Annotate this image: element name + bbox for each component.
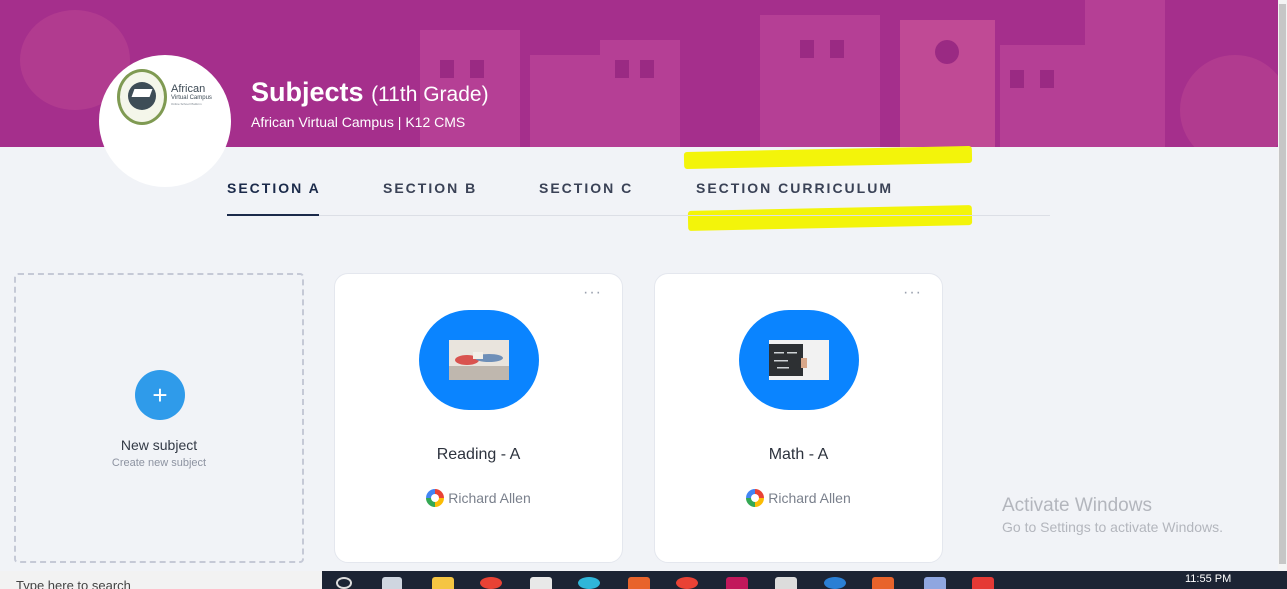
logo-seal-icon — [117, 69, 167, 125]
app-icon[interactable] — [872, 577, 894, 589]
scrollbar-thumb[interactable] — [1279, 4, 1286, 564]
tab-section-b[interactable]: SECTION B — [383, 180, 477, 196]
taskbar-search-box[interactable]: Type here to search — [0, 571, 322, 589]
subject-teacher: Richard Allen — [655, 489, 942, 507]
app-icon[interactable] — [924, 577, 946, 589]
taskbar-clock[interactable]: 11:55 PM — [1185, 573, 1231, 585]
decor-window — [440, 60, 454, 78]
search-icon[interactable] — [336, 577, 352, 589]
page-title: Subjects (11th Grade) — [251, 77, 489, 108]
chrome-icon[interactable] — [480, 577, 502, 589]
new-subject-label: New subject — [120, 437, 198, 453]
app-icon[interactable] — [824, 577, 846, 589]
logo-subword: Virtual Campus — [171, 95, 212, 101]
subject-title: Math - A — [768, 446, 829, 463]
decor-building — [1000, 45, 1090, 147]
more-options-icon[interactable]: ··· — [583, 284, 602, 302]
edge-icon[interactable] — [578, 577, 600, 589]
chrome-profile-icon[interactable] — [676, 577, 698, 589]
math-image — [769, 340, 829, 380]
clock-decor-icon — [935, 40, 959, 64]
decor-window — [470, 60, 484, 78]
app-icon[interactable] — [972, 577, 994, 589]
decor-window — [1010, 70, 1024, 88]
new-subject-sublabel: Create new subject — [111, 457, 207, 469]
store-icon[interactable] — [530, 577, 552, 589]
decor-window — [615, 60, 629, 78]
file-explorer-icon[interactable] — [432, 577, 454, 589]
windows-taskbar: Type here to search 11:55 PM — [0, 571, 1287, 589]
graduation-cap-icon — [131, 89, 153, 97]
subject-thumbnail — [419, 310, 539, 410]
decor-window — [800, 40, 814, 58]
school-logo: African Virtual Campus Online School Pla… — [99, 55, 231, 187]
page-title-text: Subjects — [251, 77, 364, 107]
new-subject-card[interactable]: + New subject Create new subject — [14, 273, 304, 563]
active-tab-indicator — [227, 214, 319, 216]
teacher-name: Richard Allen — [768, 490, 851, 506]
subject-thumbnail — [739, 310, 859, 410]
notepad-icon[interactable] — [775, 577, 797, 589]
decor-window — [830, 40, 844, 58]
subject-title: Reading - A — [436, 446, 521, 463]
reading-image — [449, 340, 509, 380]
activate-windows-subtitle: Go to Settings to activate Windows. — [1002, 519, 1223, 535]
decor-window — [640, 60, 654, 78]
app-icon[interactable] — [726, 577, 748, 589]
subject-card-math[interactable]: ··· Math - A Richard Allen — [654, 273, 943, 563]
decor-building — [600, 40, 680, 147]
teacher-name: Richard Allen — [448, 490, 531, 506]
teacher-avatar-icon — [426, 489, 445, 507]
tab-section-curriculum[interactable]: SECTION CURRICULUM — [696, 180, 893, 196]
activate-windows-title: Activate Windows — [1002, 495, 1152, 516]
tab-section-a[interactable]: SECTION A — [227, 180, 321, 196]
teacher-avatar-icon — [746, 489, 765, 507]
more-options-icon[interactable]: ··· — [903, 284, 922, 302]
logo-tagline: Online School Platform — [171, 102, 202, 106]
vertical-scrollbar[interactable] — [1278, 0, 1287, 571]
taskbar-search-text: Type here to search — [16, 578, 131, 589]
subject-card-reading[interactable]: ··· Reading - A Richard Allen — [334, 273, 623, 563]
grade-label: (11th Grade) — [371, 83, 489, 106]
tab-section-c[interactable]: SECTION C — [539, 180, 633, 196]
app-icon[interactable] — [628, 577, 650, 589]
decor-circle — [1180, 55, 1278, 147]
highlight-mark-top — [683, 145, 973, 170]
decor-building — [760, 15, 880, 147]
decor-building — [1085, 0, 1165, 147]
decor-window — [1040, 70, 1054, 88]
plus-icon[interactable]: + — [135, 370, 185, 420]
task-view-icon[interactable] — [382, 577, 402, 589]
section-tabs: SECTION A SECTION B SECTION C SECTION CU… — [227, 172, 1050, 216]
page-subtitle: African Virtual Campus | K12 CMS — [251, 114, 466, 130]
logo-word: African — [171, 83, 206, 95]
logo-text: African Virtual Campus Online School Pla… — [171, 83, 227, 106]
subject-teacher: Richard Allen — [335, 489, 622, 507]
